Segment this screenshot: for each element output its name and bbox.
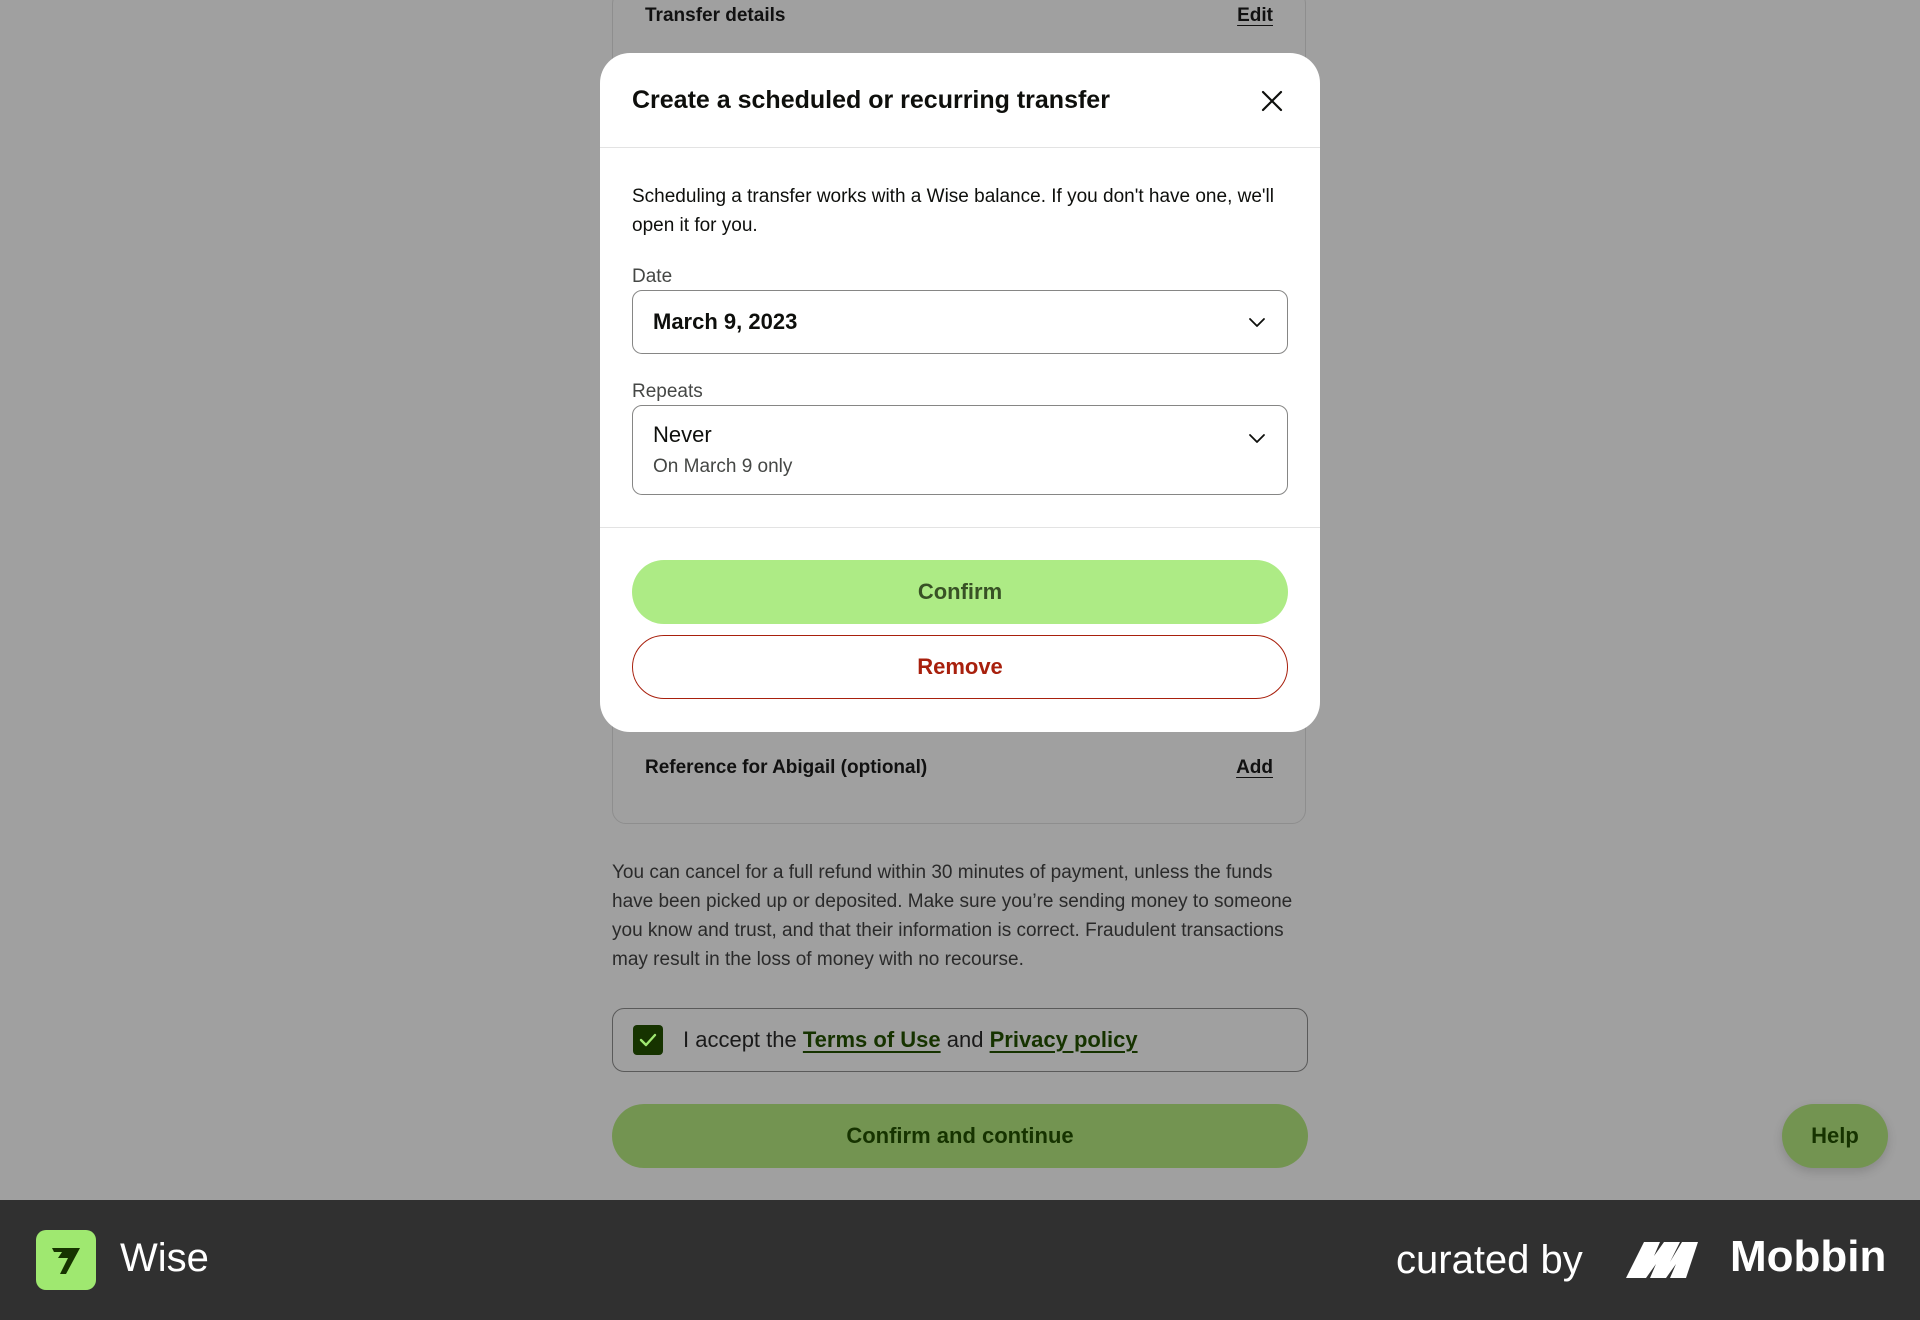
curated-by-label: curated by [1396, 1238, 1583, 1282]
close-icon [1261, 90, 1283, 112]
date-label: Date [632, 266, 673, 287]
modal-body: Scheduling a transfer works with a Wise … [600, 148, 1320, 528]
terms-text: I accept the Terms of Use and Privacy po… [683, 1027, 1138, 1053]
terms-checkbox[interactable] [633, 1025, 663, 1055]
chevron-down-icon [1249, 318, 1265, 327]
check-icon [639, 1033, 657, 1047]
reference-label: Reference for Abigail (optional) [645, 757, 928, 778]
repeats-select[interactable]: Never On March 9 only [632, 405, 1288, 495]
schedule-transfer-modal: Create a scheduled or recurring transfer… [600, 53, 1320, 732]
transfer-details-row: Transfer details Edit [645, 5, 1273, 27]
privacy-policy-link[interactable]: Privacy policy [990, 1027, 1138, 1052]
refund-disclaimer: You can cancel for a full refund within … [612, 862, 1293, 970]
date-value: March 9, 2023 [653, 309, 798, 334]
terms-conjunction: and [946, 1027, 984, 1052]
terms-of-use-link[interactable]: Terms of Use [803, 1027, 941, 1052]
wise-flag-icon [52, 1248, 80, 1274]
modal-title: Create a scheduled or recurring transfer [632, 86, 1110, 114]
chevron-down-icon [1249, 434, 1265, 443]
confirm-and-continue-button[interactable]: Confirm and continue [612, 1104, 1308, 1168]
repeats-value: Never [653, 422, 712, 447]
reference-row: Reference for Abigail (optional) Add [645, 757, 1273, 779]
schedule-intro-text: Scheduling a transfer works with a Wise … [632, 186, 1274, 236]
add-reference-link[interactable]: Add [1236, 757, 1273, 779]
terms-prefix: I accept the [683, 1027, 797, 1052]
repeats-label: Repeats [632, 381, 703, 402]
wise-logo-icon [36, 1230, 96, 1290]
transfer-details-label: Transfer details [645, 5, 786, 26]
footer-bar: Wise curated by Mobbin [0, 1200, 1920, 1320]
date-select[interactable]: March 9, 2023 [632, 290, 1288, 354]
app-name: Wise [120, 1236, 209, 1280]
modal-header: Create a scheduled or recurring transfer [600, 53, 1320, 148]
remove-button[interactable]: Remove [632, 635, 1288, 699]
repeats-description: On March 9 only [653, 456, 793, 477]
confirm-button[interactable]: Confirm [632, 560, 1288, 624]
edit-transfer-link[interactable]: Edit [1237, 5, 1273, 27]
terms-acceptance: I accept the Terms of Use and Privacy po… [612, 1008, 1308, 1072]
mobbin-brand-name: Mobbin [1730, 1232, 1887, 1281]
help-button[interactable]: Help [1782, 1104, 1888, 1168]
close-button[interactable] [1254, 83, 1290, 119]
